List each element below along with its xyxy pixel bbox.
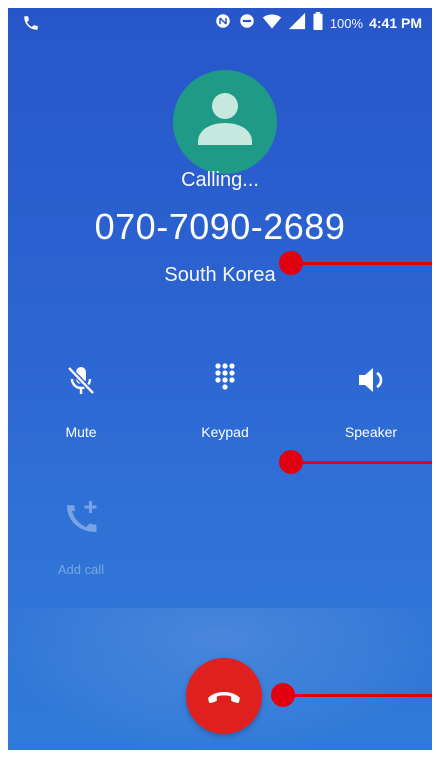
keypad-button[interactable]: Keypad bbox=[180, 360, 270, 440]
phone-number: 070-7090-2689 bbox=[94, 206, 346, 247]
annotation-line bbox=[291, 262, 432, 265]
caller-location: South Korea bbox=[164, 264, 276, 286]
mute-button[interactable]: Mute bbox=[36, 360, 126, 440]
mic-off-icon bbox=[61, 360, 101, 400]
status-bar: 100% 4:41 PM bbox=[8, 8, 432, 38]
battery-icon bbox=[312, 11, 324, 35]
speaker-button[interactable]: Speaker bbox=[326, 360, 416, 440]
contact-avatar bbox=[173, 70, 277, 174]
call-status-text: Calling... bbox=[181, 169, 259, 191]
speaker-label: Speaker bbox=[344, 424, 398, 440]
annotation-dot bbox=[271, 683, 295, 707]
speaker-icon bbox=[351, 360, 391, 400]
do-not-disturb-icon bbox=[238, 12, 256, 35]
wifi-icon bbox=[262, 12, 282, 35]
incall-screen: 100% 4:41 PM Calling... 070-7090-2689 So… bbox=[8, 8, 432, 750]
add-call-button[interactable]: Add call bbox=[36, 498, 126, 577]
call-end-icon bbox=[208, 692, 240, 704]
cell-signal-icon bbox=[288, 12, 306, 35]
add-call-icon bbox=[61, 498, 101, 538]
status-time: 4:41 PM bbox=[369, 15, 422, 31]
person-icon bbox=[198, 93, 252, 145]
nfc-icon bbox=[214, 12, 232, 35]
dialpad-icon bbox=[205, 360, 245, 400]
annotation-dot bbox=[279, 450, 303, 474]
annotation-dot bbox=[279, 251, 303, 275]
keypad-label: Keypad bbox=[201, 424, 249, 440]
end-call-button[interactable] bbox=[186, 658, 262, 734]
phone-call-icon bbox=[22, 14, 40, 32]
add-call-label: Add call bbox=[57, 562, 105, 577]
battery-percent: 100% bbox=[329, 15, 364, 31]
mute-label: Mute bbox=[65, 424, 97, 440]
annotation-line bbox=[291, 461, 432, 464]
annotation-line bbox=[283, 694, 432, 697]
